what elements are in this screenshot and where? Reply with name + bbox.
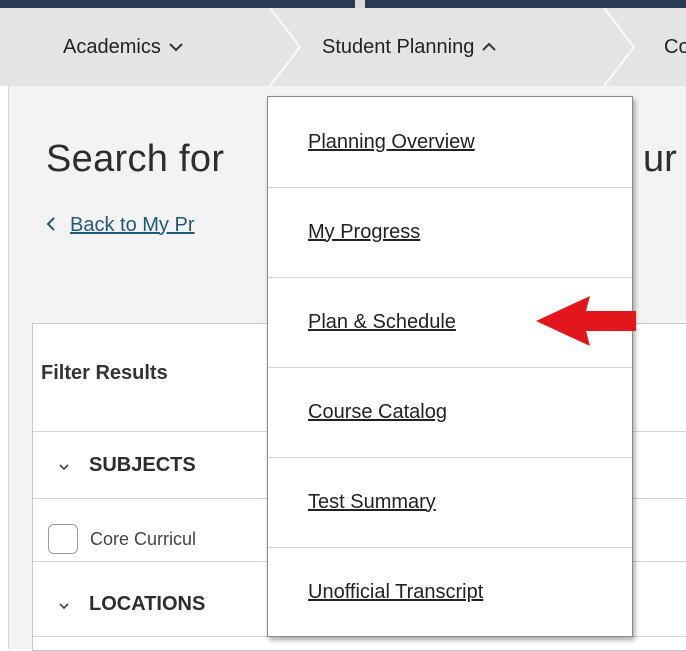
top-header-strip bbox=[0, 0, 686, 8]
subject-option-label: Core Curricul bbox=[90, 528, 197, 549]
menu-item-label[interactable]: Unofficial Transcript bbox=[308, 581, 483, 604]
chevron-up-icon bbox=[482, 39, 497, 56]
chevron-down-icon bbox=[169, 39, 183, 56]
filter-results-heading: Filter Results bbox=[41, 362, 168, 384]
header-gap bbox=[355, 0, 365, 8]
subject-option-row[interactable]: Core Curricul bbox=[48, 524, 196, 554]
nav-academics[interactable]: Academics bbox=[63, 8, 183, 86]
menu-item-my-progress[interactable]: My Progress bbox=[268, 187, 632, 278]
section-locations[interactable]: LOCATIONS bbox=[59, 593, 205, 616]
nav-course-catalog-truncated[interactable]: Co bbox=[664, 8, 686, 86]
student-planning-dropdown: Planning Overview My Progress Plan & Sch… bbox=[267, 96, 633, 637]
breadcrumb-separator bbox=[604, 8, 636, 86]
section-locations-label: LOCATIONS bbox=[89, 593, 206, 615]
chevron-down-icon bbox=[59, 458, 69, 474]
chevron-down-icon bbox=[59, 597, 69, 613]
menu-item-unofficial-transcript[interactable]: Unofficial Transcript bbox=[268, 547, 632, 637]
nav-student-planning[interactable]: Student Planning bbox=[322, 8, 497, 86]
menu-item-label[interactable]: Planning Overview bbox=[308, 131, 475, 154]
nav-academics-label: Academics bbox=[63, 35, 161, 58]
back-link[interactable]: Back to My Pr bbox=[46, 212, 194, 238]
page-title: Search for bbox=[46, 138, 225, 180]
menu-item-label[interactable]: Plan & Schedule bbox=[308, 311, 456, 334]
page-title-tail: ur bbox=[643, 138, 677, 180]
section-subjects[interactable]: SUBJECTS bbox=[59, 454, 196, 477]
menu-item-course-catalog[interactable]: Course Catalog bbox=[268, 367, 632, 458]
nav-truncated-label: Co bbox=[664, 35, 686, 58]
menu-item-label[interactable]: Test Summary bbox=[308, 491, 436, 514]
subject-checkbox[interactable] bbox=[48, 524, 78, 554]
menu-item-label[interactable]: Course Catalog bbox=[308, 401, 447, 424]
menu-item-label[interactable]: My Progress bbox=[308, 221, 420, 244]
chevron-left-icon bbox=[46, 212, 56, 238]
back-link-label: Back to My Pr bbox=[70, 213, 195, 236]
nav-student-planning-label: Student Planning bbox=[322, 35, 475, 58]
section-subjects-label: SUBJECTS bbox=[89, 454, 196, 476]
breadcrumb-nav: Academics Student Planning Co bbox=[0, 8, 686, 86]
red-arrow-annotation-icon bbox=[536, 296, 636, 346]
breadcrumb-separator bbox=[270, 8, 318, 86]
menu-item-planning-overview[interactable]: Planning Overview bbox=[268, 97, 632, 188]
menu-item-test-summary[interactable]: Test Summary bbox=[268, 457, 632, 548]
